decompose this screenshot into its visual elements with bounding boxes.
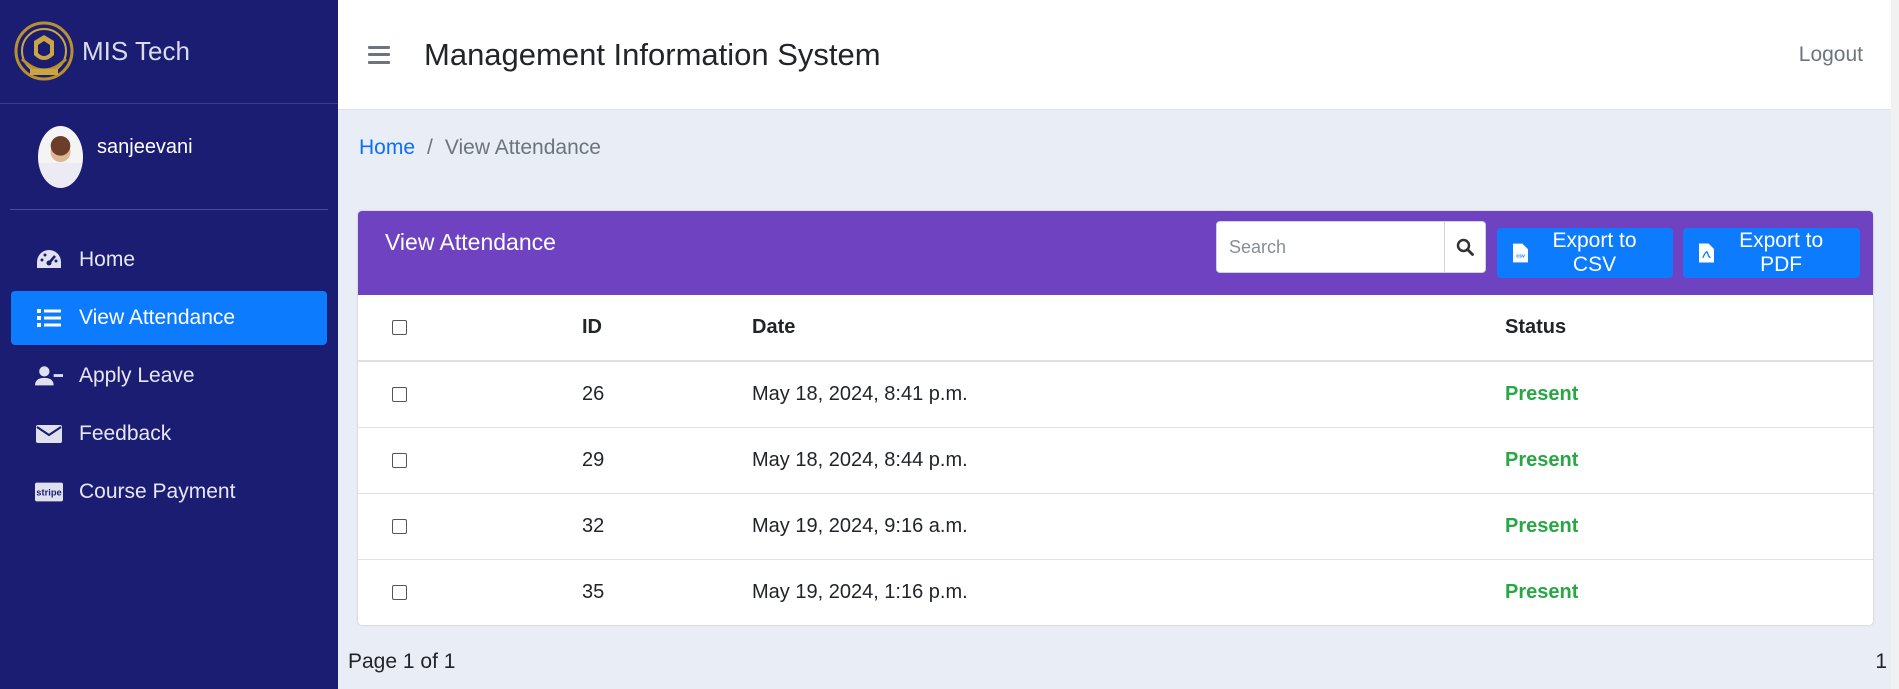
card-header: View Attendance csv Export to CSV Export… (358, 211, 1873, 295)
cell-date: May 19, 2024, 9:16 a.m. (752, 493, 1505, 560)
cell-date: May 18, 2024, 8:44 p.m. (752, 427, 1505, 494)
pagination-summary: Page 1 of 1 (348, 650, 456, 673)
sidebar-item-label: Apply Leave (79, 364, 195, 387)
college-crest-icon (14, 21, 74, 80)
envelope-icon (35, 422, 63, 446)
table-row: 26 May 18, 2024, 8:41 p.m. Present (358, 361, 1873, 428)
table-row: 32 May 19, 2024, 9:16 a.m. Present (358, 493, 1873, 560)
attendance-table: ID Date Status 26 May 18, 2024, 8:41 p.m… (358, 295, 1873, 625)
table-row: 29 May 18, 2024, 8:44 p.m. Present (358, 427, 1873, 494)
dashboard-icon (35, 248, 63, 272)
breadcrumb-separator: / (427, 136, 433, 159)
pdf-file-icon (1699, 243, 1715, 263)
cell-id: 26 (582, 361, 752, 428)
csv-file-icon: csv (1513, 243, 1529, 263)
sidebar-item-course-payment[interactable]: stripe Course Payment (11, 465, 327, 519)
search-button[interactable] (1445, 221, 1486, 273)
cell-status: Present (1505, 361, 1873, 428)
row-checkbox[interactable] (392, 518, 407, 534)
column-header-id[interactable]: ID (582, 295, 752, 362)
cell-id: 32 (582, 493, 752, 560)
cell-status: Present (1505, 493, 1873, 560)
cell-id: 29 (582, 427, 752, 494)
sidebar-nav: Home View Attendance Apply Leave Feedbac… (0, 233, 338, 519)
export-csv-label: Export to CSV (1552, 229, 1637, 276)
row-select-cell (358, 427, 582, 494)
sidebar-item-label: Home (79, 248, 136, 271)
column-header-status[interactable]: Status (1505, 295, 1873, 362)
cell-status: Present (1505, 580, 1579, 603)
stripe-icon: stripe (35, 480, 63, 504)
export-pdf-label: Export to PDF (1739, 229, 1824, 276)
logout-link[interactable]: Logout (1799, 43, 1863, 67)
row-checkbox[interactable] (392, 452, 407, 468)
svg-text:csv: csv (1516, 254, 1525, 260)
cell-id: 35 (582, 580, 605, 603)
attendance-card: View Attendance csv Export to CSV Export… (358, 211, 1873, 625)
cell-date: May 19, 2024, 1:16 p.m. (752, 580, 968, 603)
column-header-date[interactable]: Date (752, 295, 1505, 362)
export-pdf-button[interactable]: Export to PDF (1683, 228, 1860, 278)
user-panel[interactable]: sanjeevani (10, 104, 328, 210)
user-minus-icon (35, 364, 63, 388)
table-header-row: ID Date Status (358, 295, 1873, 362)
row-select-cell (358, 493, 582, 560)
search-group (1216, 221, 1486, 273)
select-all-cell (358, 295, 582, 362)
breadcrumb: Home / View Attendance (359, 136, 601, 160)
sidebar-item-label: Course Payment (79, 480, 236, 503)
search-icon (1456, 238, 1474, 256)
row-checkbox[interactable] (392, 386, 407, 402)
select-all-checkbox[interactable] (392, 320, 407, 336)
svg-text:stripe: stripe (36, 488, 61, 498)
search-input[interactable] (1216, 221, 1445, 273)
cell-date: May 18, 2024, 8:41 p.m. (752, 361, 1505, 428)
breadcrumb-home-link[interactable]: Home (359, 136, 415, 160)
avatar (38, 125, 83, 188)
cell-status: Present (1505, 427, 1873, 494)
row-select-cell (358, 361, 582, 428)
sidebar-item-view-attendance[interactable]: View Attendance (11, 291, 327, 345)
page-title: Management Information System (424, 36, 881, 72)
brand-name: MIS Tech (82, 36, 190, 66)
sidebar-item-apply-leave[interactable]: Apply Leave (11, 349, 327, 403)
sidebar-item-home[interactable]: Home (11, 233, 327, 287)
sidebar: MIS Tech sanjeevani Home View Attendance… (0, 0, 338, 689)
user-name: sanjeevani (97, 136, 193, 158)
brand[interactable]: MIS Tech (0, 0, 338, 104)
export-csv-button[interactable]: csv Export to CSV (1497, 228, 1673, 278)
table-row: 35 May 19, 2024, 1:16 p.m. Present (358, 559, 1873, 625)
sidebar-item-label: View Attendance (79, 306, 236, 329)
top-navbar: Management Information System Logout (338, 0, 1899, 110)
card-title: View Attendance (385, 229, 556, 255)
breadcrumb-current: View Attendance (444, 136, 601, 159)
hamburger-menu-icon[interactable] (368, 45, 390, 64)
sidebar-item-feedback[interactable]: Feedback (11, 407, 327, 461)
pagination-page-number[interactable]: 1 (1875, 650, 1887, 674)
row-checkbox[interactable] (392, 584, 407, 600)
row-select-cell (358, 559, 582, 625)
list-icon (35, 306, 63, 330)
page-scrollbar[interactable] (1891, 0, 1899, 689)
sidebar-item-label: Feedback (79, 422, 172, 445)
